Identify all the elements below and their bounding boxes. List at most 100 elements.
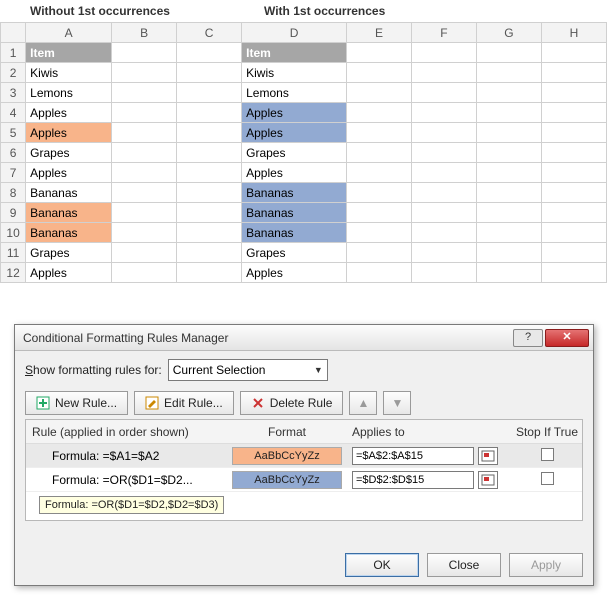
cell-B2[interactable] [112,63,177,83]
cell-E9[interactable] [346,203,411,223]
cell-A9[interactable]: Bananas [26,203,112,223]
cell-G5[interactable] [476,123,541,143]
cell-D1[interactable]: Item [242,43,347,63]
cell-A2[interactable]: Kiwis [26,63,112,83]
cell-F4[interactable] [411,103,476,123]
cell-E6[interactable] [346,143,411,163]
rule-row[interactable]: Formula: =OR($D1=$D2...AaBbCcYyZz=$D$2:$… [26,468,582,492]
show-rules-for-select[interactable]: Current Selection ▼ [168,359,328,381]
cell-F5[interactable] [411,123,476,143]
cell-H2[interactable] [541,63,606,83]
cell-F6[interactable] [411,143,476,163]
row-header[interactable]: 4 [1,103,26,123]
applies-to-input[interactable]: =$A$2:$A$15 [352,447,474,465]
column-header-C[interactable]: C [177,23,242,43]
cell-C8[interactable] [177,183,242,203]
cell-F7[interactable] [411,163,476,183]
cell-G7[interactable] [476,163,541,183]
cell-B12[interactable] [112,263,177,283]
worksheet-grid[interactable]: ABCDEFGH 1ItemItem2KiwisKiwis3LemonsLemo… [0,22,607,283]
cell-H8[interactable] [541,183,606,203]
new-rule-button[interactable]: New Rule... [25,391,128,415]
cell-G1[interactable] [476,43,541,63]
ok-button[interactable]: OK [345,553,419,577]
cell-F10[interactable] [411,223,476,243]
cell-E5[interactable] [346,123,411,143]
row-header[interactable]: 2 [1,63,26,83]
row-header[interactable]: 10 [1,223,26,243]
cell-E3[interactable] [346,83,411,103]
cell-H10[interactable] [541,223,606,243]
cell-B3[interactable] [112,83,177,103]
cell-C10[interactable] [177,223,242,243]
cell-B11[interactable] [112,243,177,263]
cell-H9[interactable] [541,203,606,223]
cell-D5[interactable]: Apples [242,123,347,143]
cell-F9[interactable] [411,203,476,223]
cell-B8[interactable] [112,183,177,203]
apply-button[interactable]: Apply [509,553,583,577]
cell-H4[interactable] [541,103,606,123]
range-picker-button[interactable] [478,447,498,465]
cell-B5[interactable] [112,123,177,143]
row-header[interactable]: 1 [1,43,26,63]
help-button[interactable]: ? [513,329,543,347]
row-header[interactable]: 11 [1,243,26,263]
dialog-titlebar[interactable]: Conditional Formatting Rules Manager ? ✕ [15,325,593,351]
cell-F11[interactable] [411,243,476,263]
cell-D4[interactable]: Apples [242,103,347,123]
cell-G10[interactable] [476,223,541,243]
cell-G4[interactable] [476,103,541,123]
cell-E2[interactable] [346,63,411,83]
cell-H1[interactable] [541,43,606,63]
cell-D3[interactable]: Lemons [242,83,347,103]
stop-if-true-checkbox[interactable] [541,472,554,485]
cell-H12[interactable] [541,263,606,283]
cell-G12[interactable] [476,263,541,283]
close-button[interactable]: Close [427,553,501,577]
cell-C5[interactable] [177,123,242,143]
row-header[interactable]: 3 [1,83,26,103]
cell-D10[interactable]: Bananas [242,223,347,243]
cell-B4[interactable] [112,103,177,123]
cell-D6[interactable]: Grapes [242,143,347,163]
cell-D8[interactable]: Bananas [242,183,347,203]
cell-B1[interactable] [112,43,177,63]
cell-A3[interactable]: Lemons [26,83,112,103]
cell-H6[interactable] [541,143,606,163]
range-picker-button[interactable] [478,471,498,489]
cell-G3[interactable] [476,83,541,103]
column-header-H[interactable]: H [541,23,606,43]
row-header[interactable]: 8 [1,183,26,203]
cell-D12[interactable]: Apples [242,263,347,283]
cell-D2[interactable]: Kiwis [242,63,347,83]
cell-A5[interactable]: Apples [26,123,112,143]
column-header-A[interactable]: A [26,23,112,43]
close-window-button[interactable]: ✕ [545,329,589,347]
cell-H7[interactable] [541,163,606,183]
stop-if-true-checkbox[interactable] [541,448,554,461]
row-header[interactable]: 12 [1,263,26,283]
row-header[interactable]: 6 [1,143,26,163]
cell-A10[interactable]: Bananas [26,223,112,243]
rule-row[interactable]: Formula: =$A1=$A2AaBbCcYyZz=$A$2:$A$15 [26,444,582,468]
cell-G6[interactable] [476,143,541,163]
cell-F3[interactable] [411,83,476,103]
cell-F1[interactable] [411,43,476,63]
cell-G11[interactable] [476,243,541,263]
cell-C7[interactable] [177,163,242,183]
cell-C1[interactable] [177,43,242,63]
cell-E4[interactable] [346,103,411,123]
cell-D9[interactable]: Bananas [242,203,347,223]
cell-C9[interactable] [177,203,242,223]
column-header-D[interactable]: D [242,23,347,43]
select-all-corner[interactable] [1,23,26,43]
cell-H3[interactable] [541,83,606,103]
cell-A7[interactable]: Apples [26,163,112,183]
cell-E7[interactable] [346,163,411,183]
cell-B10[interactable] [112,223,177,243]
cell-E10[interactable] [346,223,411,243]
cell-A1[interactable]: Item [26,43,112,63]
column-header-B[interactable]: B [112,23,177,43]
column-header-E[interactable]: E [346,23,411,43]
